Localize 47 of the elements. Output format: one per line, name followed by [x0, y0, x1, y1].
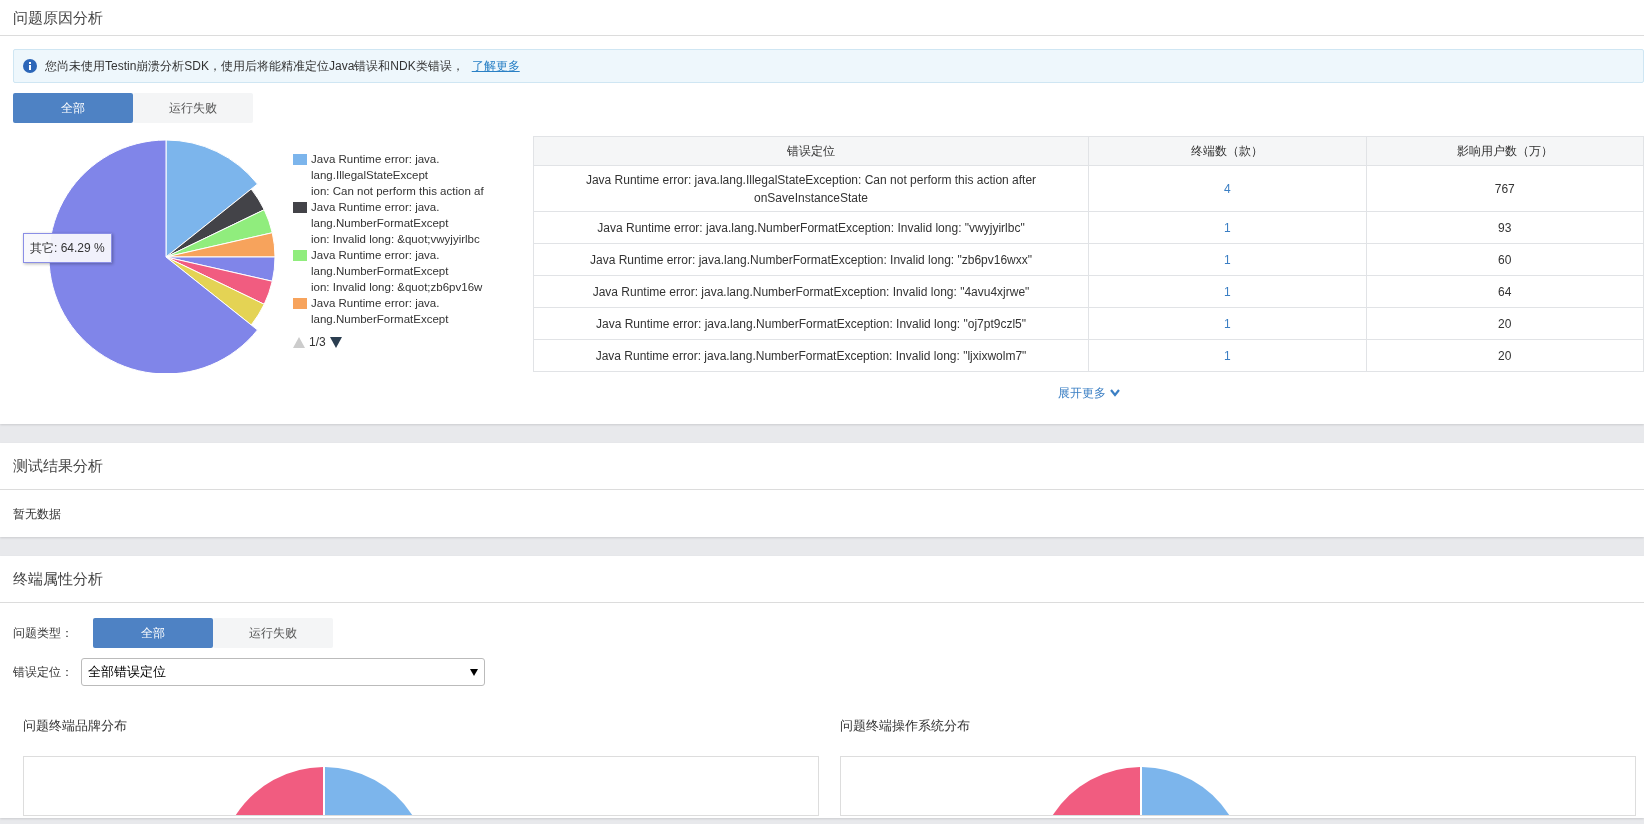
empty-message: 暂无数据	[13, 507, 61, 521]
table-cell: Java Runtime error: java.lang.NumberFormatException: Invalid long: "vwyjyirlbc"	[533, 211, 1089, 244]
caret-icon	[470, 668, 478, 676]
filter-label: 问题类型：	[13, 625, 74, 642]
page-indicator: 1/3	[309, 334, 326, 351]
legend-label[interactable]: Java Runtime error: java. lang.IllegalStateExcept ion: Can not perform this action af	[311, 151, 484, 199]
table-cell: 93	[1366, 211, 1644, 244]
info-icon	[23, 59, 37, 73]
chevron-down-icon	[1109, 389, 1120, 397]
table-cell: 20	[1366, 339, 1644, 372]
learn-more-link[interactable]: 了解更多	[471, 57, 520, 75]
notice-text: 您尚未使用Testin崩溃分析SDK，使用后将能精准定位Java错误和NDK类错误，	[45, 58, 464, 75]
table-cell: 60	[1366, 243, 1644, 276]
table-cell: Java Runtime error: java.lang.NumberFormatException: Invalid long: "4avu4xjrwe"	[533, 275, 1089, 308]
device-count-link[interactable]: 1	[1223, 252, 1231, 267]
section-title: 测试结果分析	[0, 443, 1644, 490]
table-cell: Java Runtime error: java.lang.NumberFormatException: Invalid long: "ljxixwolm7"	[533, 339, 1089, 372]
legend-label[interactable]: Java Runtime error: java. lang.NumberFormatExcept ion: Invalid long: &quot;zb6pv16w	[311, 247, 483, 295]
device-count-link[interactable]: 1	[1223, 348, 1231, 363]
column-header: 错误定位	[533, 136, 1089, 166]
column-header: 终端数（款）	[1088, 136, 1366, 166]
filter-tab[interactable]: 全部	[13, 93, 133, 123]
table-cell: Java Runtime error: java.lang.IllegalStateException: Can not perform this action after onSaveInstanceState	[533, 165, 1089, 212]
device-count-link[interactable]: 4	[1223, 181, 1231, 196]
filter-tab[interactable]: 运行失败	[133, 93, 253, 123]
page-down-icon[interactable]	[329, 336, 342, 348]
section-title: 终端属性分析	[0, 556, 1644, 603]
table-cell: 767	[1366, 165, 1644, 212]
filter-label: 错误定位：	[13, 664, 74, 681]
filter-tab[interactable]: 全部	[93, 618, 213, 648]
column-header: 影响用户数（万）	[1366, 136, 1644, 166]
chart-tooltip: 其它: 64.29 %	[23, 233, 112, 263]
table-cell: Java Runtime error: java.lang.NumberFormatException: Invalid long: "zb6pv16wxx"	[533, 243, 1089, 276]
table-cell: 64	[1366, 275, 1644, 308]
table-cell: 20	[1366, 307, 1644, 340]
chart-title: 问题终端品牌分布	[23, 718, 127, 733]
legend-label[interactable]: Java Runtime error: java. lang.NumberFormatExcept	[311, 295, 449, 327]
device-count-link[interactable]: 1	[1223, 220, 1231, 235]
table-cell: Java Runtime error: java.lang.NumberFormatException: Invalid long: "oj7pt9czl5"	[533, 307, 1089, 340]
expand-more-link[interactable]: 展开更多	[1057, 384, 1120, 402]
chart-title: 问题终端操作系统分布	[840, 718, 970, 733]
legend-label[interactable]: Java Runtime error: java. lang.NumberFormatExcept ion: Invalid long: &quot;vwyjyirlbc	[311, 199, 480, 247]
device-count-link[interactable]: 1	[1223, 284, 1231, 299]
filter-tab[interactable]: 运行失败	[213, 618, 333, 648]
error-location-select[interactable]: 全部错误定位	[81, 658, 485, 686]
device-count-link[interactable]: 1	[1223, 316, 1231, 331]
section-title: 问题原因分析	[0, 0, 1644, 36]
